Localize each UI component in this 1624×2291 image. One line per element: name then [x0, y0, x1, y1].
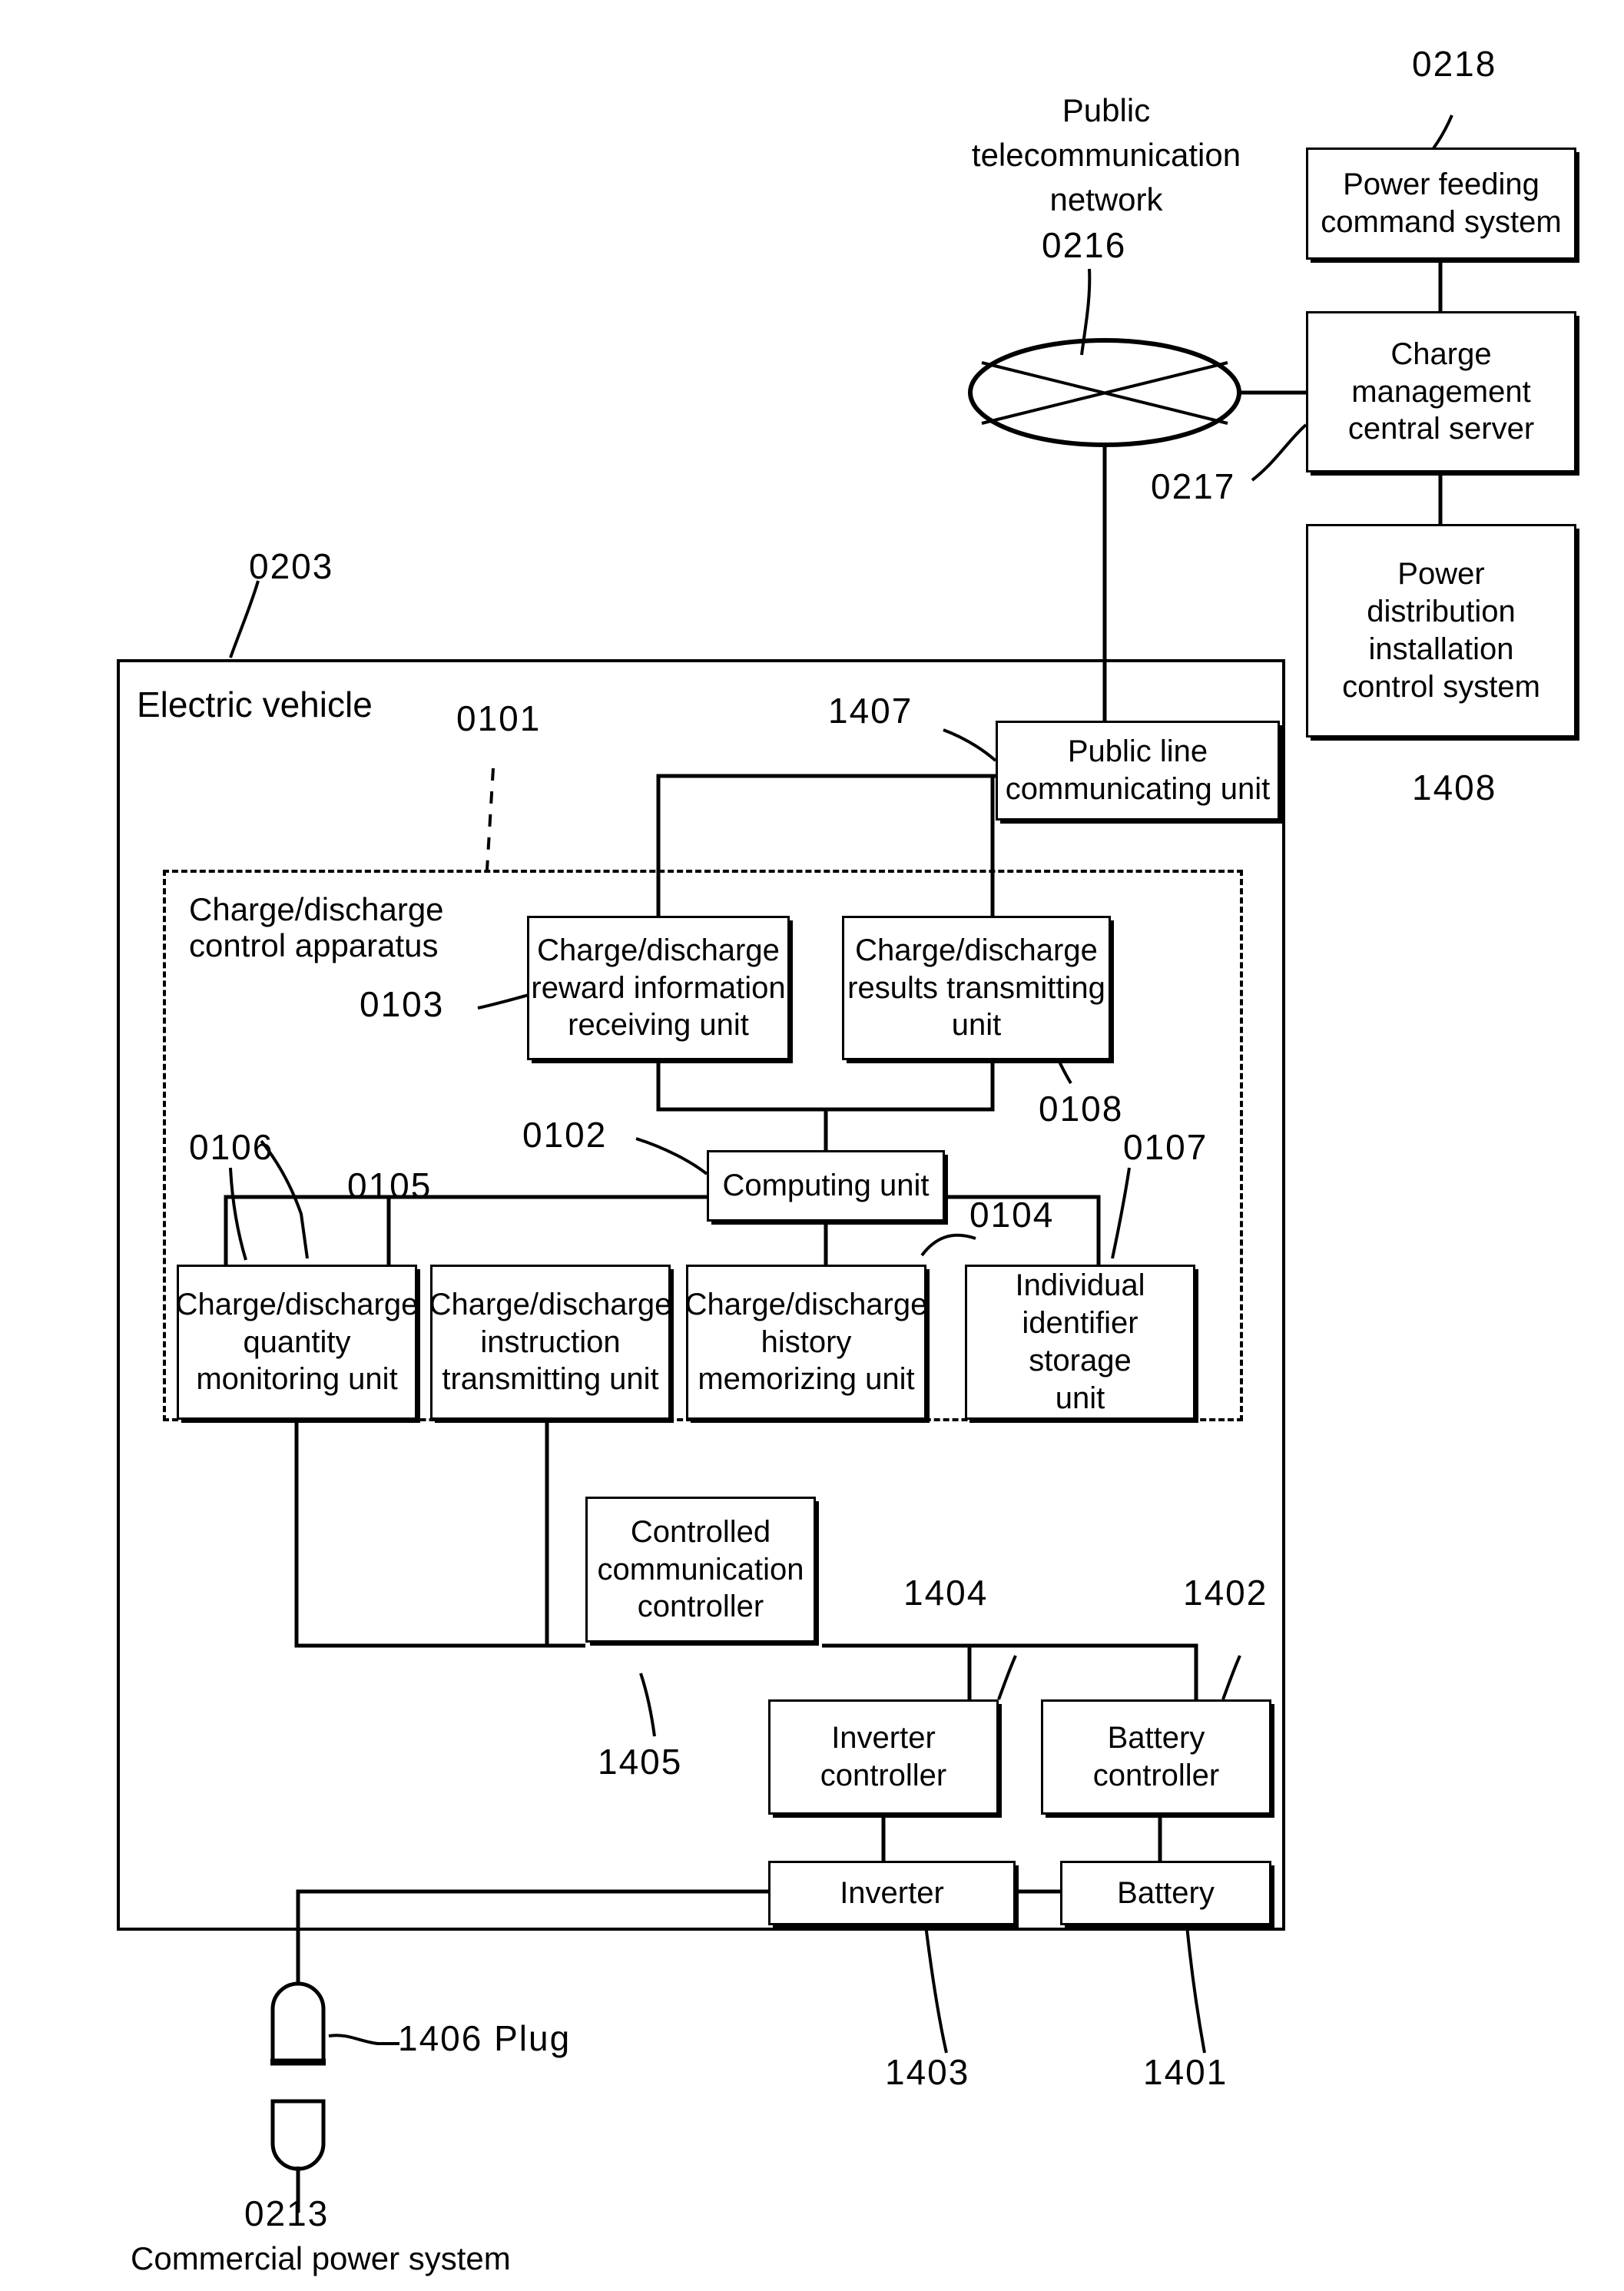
- battery-label: Battery: [1117, 1875, 1215, 1910]
- ref-0104: 0104: [969, 1195, 1055, 1235]
- network-cloud-caption-line2: telecommunication: [971, 137, 1241, 173]
- ref-1401: 1401: [1143, 2052, 1228, 2092]
- ref-1406-plug: 1406 Plug: [398, 2018, 572, 2058]
- ref-0213: 0213: [244, 2193, 330, 2233]
- ref-0218: 0218: [1412, 44, 1497, 84]
- charge-discharge-control-apparatus-label: Charge/discharge control apparatus: [189, 891, 444, 964]
- plug-vehicle-shape: [270, 1981, 326, 2063]
- ref-1402: 1402: [1183, 1573, 1268, 1613]
- computing-unit-label: Computing unit: [722, 1169, 930, 1203]
- network-cloud-caption-line1: Public: [1062, 92, 1151, 128]
- leader-1406: [328, 2034, 399, 2045]
- inverter-label: Inverter: [840, 1875, 944, 1910]
- commercial-power-system-label: Commercial power system: [131, 2240, 511, 2276]
- individual-identifier-storage-unit-label: Individual identifier storage unit: [1015, 1268, 1145, 1415]
- ref-0101: 0101: [456, 698, 542, 738]
- controlled-communication-controller-label: Controlled communication controller: [597, 1514, 804, 1624]
- ref-0103: 0103: [360, 984, 445, 1024]
- leader-0217: [1251, 423, 1307, 482]
- charge-management-central-server-label: Charge management central server: [1347, 337, 1535, 446]
- public-line-communicating-unit-label: Public line communicating unit: [1005, 734, 1271, 806]
- charge-discharge-quantity-monitoring-unit-label: Charge/discharge quantity monitoring unit: [175, 1287, 419, 1397]
- network-cloud-caption-line3: network: [1049, 181, 1163, 217]
- charge-discharge-reward-information-receiving-unit-label: Charge/discharge reward information receiv…: [531, 933, 786, 1043]
- ref-0106: 0106: [189, 1127, 274, 1167]
- ref-1405: 1405: [598, 1742, 683, 1782]
- ref-0107: 0107: [1123, 1127, 1208, 1167]
- leader-0203: [229, 580, 260, 658]
- charge-discharge-results-transmitting-unit-label: Charge/discharge results transmitting unit: [847, 933, 1105, 1043]
- ref-1403: 1403: [885, 2052, 970, 2092]
- inverter-controller-label: Inverter controller: [820, 1721, 947, 1792]
- electric-vehicle-label: Electric vehicle: [137, 685, 373, 724]
- ref-0105: 0105: [347, 1165, 433, 1205]
- leader-1403: [924, 1925, 948, 2054]
- power-feeding-command-system-label: Power feeding command system: [1321, 167, 1562, 239]
- charge-discharge-instruction-transmitting-unit-label: Charge/discharge instruction transmitting …: [429, 1287, 672, 1397]
- ref-1408: 1408: [1412, 768, 1497, 807]
- plug-mains-shape: [270, 2099, 326, 2171]
- battery-controller-label: Battery controller: [1092, 1721, 1220, 1792]
- leader-1401: [1185, 1925, 1206, 2054]
- ref-0102: 0102: [522, 1115, 608, 1155]
- ref-0217: 0217: [1151, 466, 1236, 506]
- ref-0216: 0216: [1042, 225, 1127, 265]
- figure-canvas: Electric vehicle Charge/discharge control…: [0, 0, 1624, 2291]
- ref-1407: 1407: [828, 691, 913, 731]
- power-distribution-installation-control-system-label: Power distribution installation control sys…: [1342, 557, 1540, 704]
- ref-1404: 1404: [903, 1573, 989, 1613]
- ref-0203: 0203: [249, 546, 334, 586]
- charge-discharge-history-memorizing-unit-label: Charge/discharge history memorizing unit: [684, 1287, 928, 1397]
- ref-0108: 0108: [1039, 1089, 1124, 1129]
